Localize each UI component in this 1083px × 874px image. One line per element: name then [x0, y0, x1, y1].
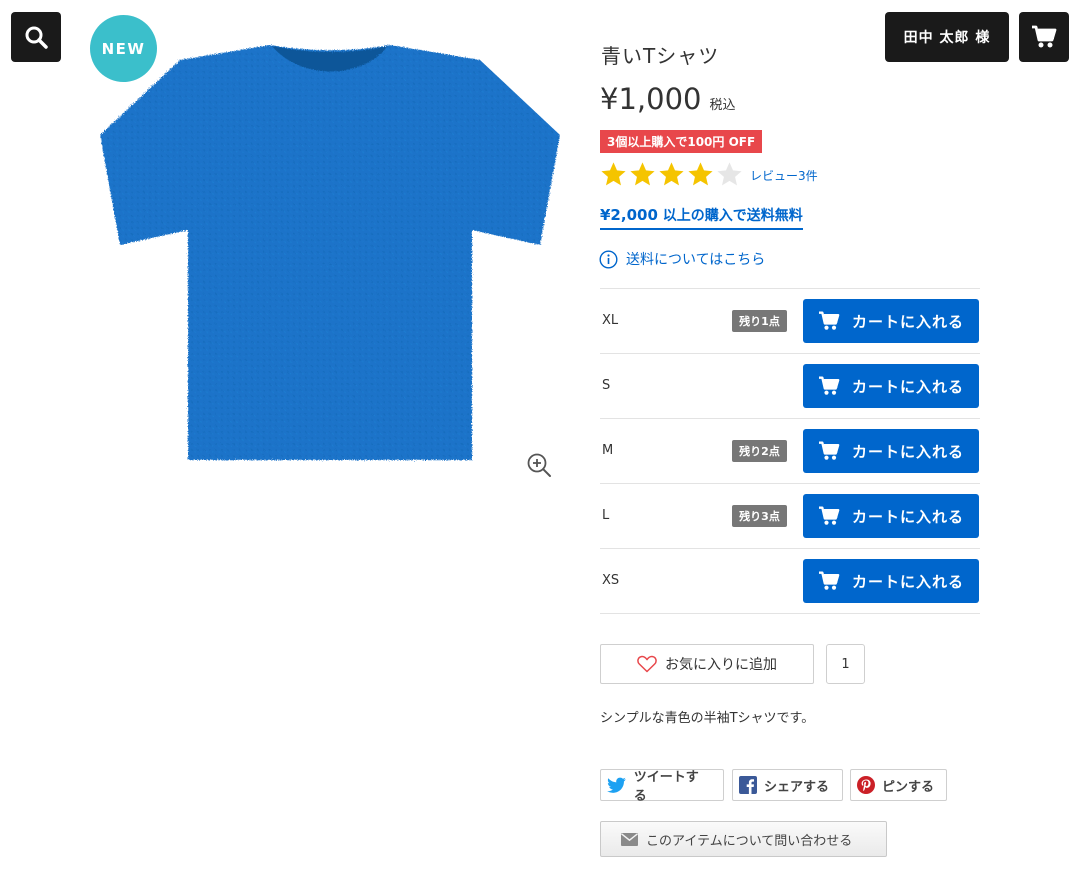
cart-icon [1032, 25, 1057, 48]
product-price: ¥1,000 [600, 82, 702, 116]
heart-icon [637, 655, 657, 673]
user-account-button[interactable]: 田中 太郎 様 [885, 12, 1009, 62]
size-label: S [602, 378, 611, 393]
add-to-cart-label: カートに入れる [851, 312, 964, 331]
size-label: XL [602, 313, 619, 328]
facebook-icon [739, 776, 757, 794]
add-favorite-label: お気に入りに追加 [665, 657, 777, 673]
stock-badge: 残り2点 [732, 440, 787, 462]
product-image[interactable] [100, 40, 560, 465]
mail-icon [621, 832, 638, 846]
tweet-label: ツイートする [633, 770, 699, 804]
free-shipping-amount: ¥2,000 [600, 206, 658, 224]
add-to-cart-label: カートに入れる [851, 442, 964, 461]
rating-stars [599, 160, 744, 189]
variant-row: XS カートに入れる [600, 549, 980, 614]
star-filled-icon [630, 162, 655, 186]
size-label: XS [602, 573, 620, 588]
product-description: シンプルな青色の半袖Tシャツです。 [600, 711, 815, 726]
inquiry-label: このアイテムについて問い合わせる [646, 833, 853, 849]
size-label: L [602, 508, 610, 523]
add-to-cart-button[interactable]: カートに入れる [803, 364, 979, 408]
variant-row: L 残り3点 カートに入れる [600, 484, 980, 549]
favorite-count: 1 [826, 644, 865, 684]
variant-row: M 残り2点 カートに入れる [600, 419, 980, 484]
tax-label: 税込 [709, 98, 736, 113]
tweet-button[interactable]: ツイートする [600, 769, 724, 804]
add-to-cart-button[interactable]: カートに入れる [803, 559, 979, 603]
add-to-cart-button[interactable]: カートに入れる [803, 299, 979, 343]
cart-icon [818, 571, 840, 590]
cart-icon [818, 506, 840, 525]
review-link[interactable]: レビュー3件 [750, 167, 818, 184]
product-title: 青いTシャツ [601, 44, 720, 68]
pinterest-label: ピンする [882, 779, 935, 795]
zoom-icon[interactable] [526, 452, 552, 478]
star-filled-icon [688, 162, 713, 186]
stock-badge: 残り1点 [732, 310, 787, 332]
price-row: ¥1,000 税込 [600, 82, 736, 116]
inquiry-button[interactable]: このアイテムについて問い合わせる [600, 821, 887, 857]
user-name-label: 田中 太郎 様 [903, 30, 991, 46]
star-filled-icon [659, 162, 684, 186]
shipping-info-label: 送料についてはこちら [626, 252, 766, 268]
new-badge: NEW [90, 15, 157, 82]
add-to-cart-label: カートに入れる [851, 377, 964, 396]
stock-badge: 残り3点 [732, 505, 787, 527]
facebook-share-label: シェアする [764, 779, 830, 795]
search-icon [25, 26, 48, 49]
search-button[interactable] [11, 12, 61, 62]
variant-list: XL 残り1点 カートに入れる S カートに入れる M 残り2点 カートに入れる L 残り3点 カー… [600, 288, 980, 614]
add-to-cart-button[interactable]: カートに入れる [803, 494, 979, 538]
variant-row: XL 残り1点 カートに入れる [600, 289, 980, 354]
cart-icon [818, 311, 840, 330]
add-favorite-button[interactable]: お気に入りに追加 [600, 644, 814, 684]
facebook-share-button[interactable]: シェアする [732, 769, 843, 801]
star-empty-icon [717, 162, 742, 186]
free-shipping-link[interactable]: ¥2,000 以上の購入で送料無料 [600, 205, 803, 230]
variant-row: S カートに入れる [600, 354, 980, 419]
cart-icon [818, 441, 840, 460]
add-to-cart-label: カートに入れる [851, 507, 964, 526]
info-icon [599, 249, 618, 269]
free-shipping-text: 以上の購入で送料無料 [657, 208, 803, 224]
pinterest-button[interactable]: ピンする [850, 769, 947, 801]
discount-badge: 3個以上購入で100円 OFF [600, 130, 763, 153]
star-filled-icon [601, 162, 626, 186]
add-to-cart-label: カートに入れる [851, 572, 964, 591]
size-label: M [602, 443, 614, 458]
add-to-cart-button[interactable]: カートに入れる [803, 429, 979, 473]
pinterest-icon [857, 776, 875, 794]
cart-icon [818, 376, 840, 395]
twitter-icon [607, 777, 626, 793]
shipping-info-link[interactable]: 送料についてはこちら [599, 249, 765, 269]
cart-button[interactable] [1019, 12, 1069, 62]
